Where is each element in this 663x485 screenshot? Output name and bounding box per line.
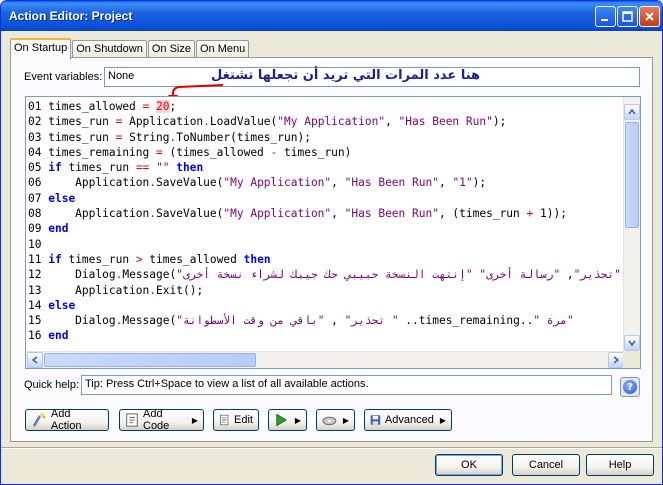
add-code-button[interactable]: Add Code ▶ <box>119 408 204 432</box>
save-icon <box>370 415 381 425</box>
help-button[interactable]: Help <box>586 454 654 476</box>
minimize-icon <box>601 19 608 21</box>
add-action-button[interactable]: Add Action <box>25 408 109 432</box>
advanced-label: Advanced <box>384 414 434 426</box>
divider-highlight <box>1 448 662 449</box>
play-icon <box>276 413 287 427</box>
maximize-button[interactable] <box>617 6 638 27</box>
quick-help-button[interactable]: ? <box>620 377 640 397</box>
code-line: 15 Dialog.Message("تحذير" , "باقي من وقت… <box>28 314 574 328</box>
edit-button[interactable]: Edit <box>213 409 259 431</box>
tab-on-size[interactable]: On Size <box>147 40 195 58</box>
scroll-left-button[interactable] <box>27 352 43 368</box>
add-code-label: Add Code <box>143 408 170 432</box>
code-line: 04 times_remaining = (times_allowed - ti… <box>28 145 352 159</box>
maximize-icon <box>622 11 633 22</box>
code-line: 12 Dialog.Message("تحذير", "رسالة أخرى" … <box>28 268 621 282</box>
scroll-right-button[interactable] <box>608 352 624 368</box>
code-line: 14 else <box>28 298 76 312</box>
code-line: 09 end <box>28 222 69 236</box>
code-line: 16 end <box>28 329 69 343</box>
add-action-icon <box>32 413 46 427</box>
code-line: 10 <box>28 237 42 251</box>
run-dropdown-button[interactable]: ▶ <box>268 409 307 431</box>
annotation-text: هنا عدد المرات التي تريد أن تجعلها تشتغل <box>211 68 481 83</box>
minimize-button[interactable] <box>595 6 616 27</box>
ok-button[interactable]: OK <box>435 454 503 476</box>
dropdown-arrow-icon: ▶ <box>439 415 446 425</box>
dropdown-arrow-icon: ▶ <box>342 415 349 425</box>
scrollbar-corner <box>623 351 640 368</box>
tab-on-menu[interactable]: On Menu <box>196 40 250 58</box>
chevron-up-icon <box>628 109 636 115</box>
chevron-down-icon <box>628 340 636 346</box>
help-circle-icon: ? <box>623 380 637 394</box>
quick-help-label: Quick help: <box>24 379 80 391</box>
dropdown-arrow-icon: ▶ <box>191 415 198 425</box>
title-bar[interactable]: Action Editor: Project <box>1 1 662 31</box>
tools-dropdown-button[interactable]: ▶ <box>316 409 355 431</box>
code-line: 11 if times_run > times_allowed then <box>28 252 271 266</box>
code-line: 13 Application.Exit(); <box>28 283 204 297</box>
scroll-up-button[interactable] <box>624 104 640 120</box>
code-line: 07 else <box>28 191 76 205</box>
close-icon <box>645 12 654 21</box>
tab-on-shutdown[interactable]: On Shutdown <box>72 40 147 58</box>
window-title: Action Editor: Project <box>9 9 133 23</box>
close-button[interactable] <box>639 6 660 27</box>
disc-icon <box>322 416 337 426</box>
script-editor[interactable]: 01 times_allowed = 20; 02 times_run = Ap… <box>25 96 641 369</box>
code-document-icon <box>126 413 138 427</box>
event-variables-label: Event variables: <box>24 71 103 83</box>
tab-on-startup[interactable]: On Startup <box>10 38 72 59</box>
chevron-left-icon <box>32 356 38 364</box>
vertical-scrollbar[interactable] <box>623 97 640 353</box>
cancel-button[interactable]: Cancel <box>512 454 580 476</box>
horizontal-scroll-thumb[interactable] <box>44 353 256 367</box>
code-line: 05 if times_run == "" then <box>28 161 204 175</box>
horizontal-scrollbar[interactable] <box>26 351 625 368</box>
code-line: 06 Application.SaveValue("My Application… <box>28 176 487 190</box>
scroll-down-button[interactable] <box>624 335 640 351</box>
action-editor-window: Action Editor: Project On Startup On Shu… <box>0 0 663 485</box>
chevron-right-icon <box>613 356 619 364</box>
edit-document-icon <box>220 414 229 426</box>
edit-label: Edit <box>234 414 253 426</box>
add-action-label: Add Action <box>50 408 82 432</box>
code-line: 08 Application.SaveValue("My Application… <box>28 207 567 221</box>
dropdown-arrow-icon: ▶ <box>294 415 301 425</box>
event-tabs: On Startup On Shutdown On Size On Menu <box>10 38 250 59</box>
code-line: 03 times_run = String.ToNumber(times_run… <box>28 130 311 144</box>
code-line: 02 times_run = Application.LoadValue("My… <box>28 115 507 129</box>
code-line: 01 times_allowed = 20; <box>28 100 177 113</box>
vertical-scroll-thumb[interactable] <box>625 122 639 228</box>
quick-help-field: Tip: Press Ctrl+Space to view a list of … <box>81 375 612 395</box>
advanced-button[interactable]: Advanced ▶ <box>364 409 452 431</box>
code-lines: 01 times_allowed = 20; 02 times_run = Ap… <box>28 99 621 344</box>
